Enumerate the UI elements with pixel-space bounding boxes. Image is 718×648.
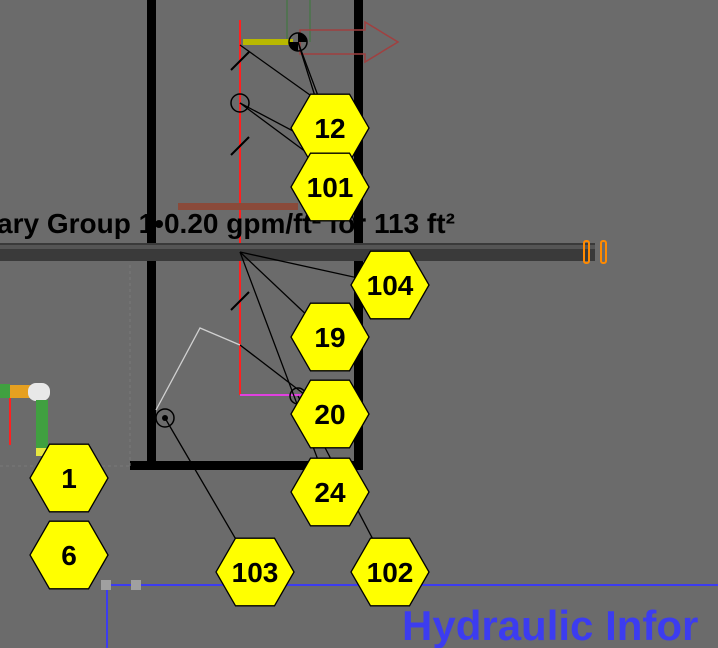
node-tag-label: 103 xyxy=(232,557,279,588)
node-tag-label: 20 xyxy=(314,399,345,430)
node-tag-label: 101 xyxy=(307,172,354,203)
drop-line xyxy=(155,327,241,411)
node-tag-label: 6 xyxy=(61,540,77,571)
node-tag-102[interactable]: 102 xyxy=(350,537,430,607)
main-pipe-highlight xyxy=(0,245,595,249)
node-tag-label: 104 xyxy=(367,270,414,301)
ucs-arrow-icon xyxy=(299,20,400,64)
node-tag-label: 1 xyxy=(61,463,77,494)
sprinkler-head-icon[interactable] xyxy=(288,32,308,52)
riser-pipe[interactable] xyxy=(0,384,10,398)
hydraulic-info-title: Hydraulic Infor xyxy=(402,602,698,648)
ucs-x-axis xyxy=(243,39,293,45)
node-tag-label: 24 xyxy=(314,477,346,508)
node-tag-label: 102 xyxy=(367,557,414,588)
riser-pipe-vertical[interactable] xyxy=(36,400,48,452)
pipe-end-cap[interactable] xyxy=(600,240,607,264)
node-tag-label: 19 xyxy=(314,322,345,353)
node-tag-103[interactable]: 103 xyxy=(215,537,295,607)
node-tag-label: 12 xyxy=(314,113,345,144)
riser-elbow[interactable] xyxy=(28,383,50,401)
sprinkler-head-icon[interactable] xyxy=(155,408,175,428)
design-area-label: ary Group 1•0.20 gpm/ft² for 113 ft² xyxy=(0,208,455,239)
grip-handle[interactable] xyxy=(131,580,141,590)
drawing-canvas[interactable]: ary Group 1•0.20 gpm/ft² for 113 ft² Hyd… xyxy=(0,0,718,648)
grip-handle[interactable] xyxy=(101,580,111,590)
node-tag-6[interactable]: 6 xyxy=(29,520,109,590)
